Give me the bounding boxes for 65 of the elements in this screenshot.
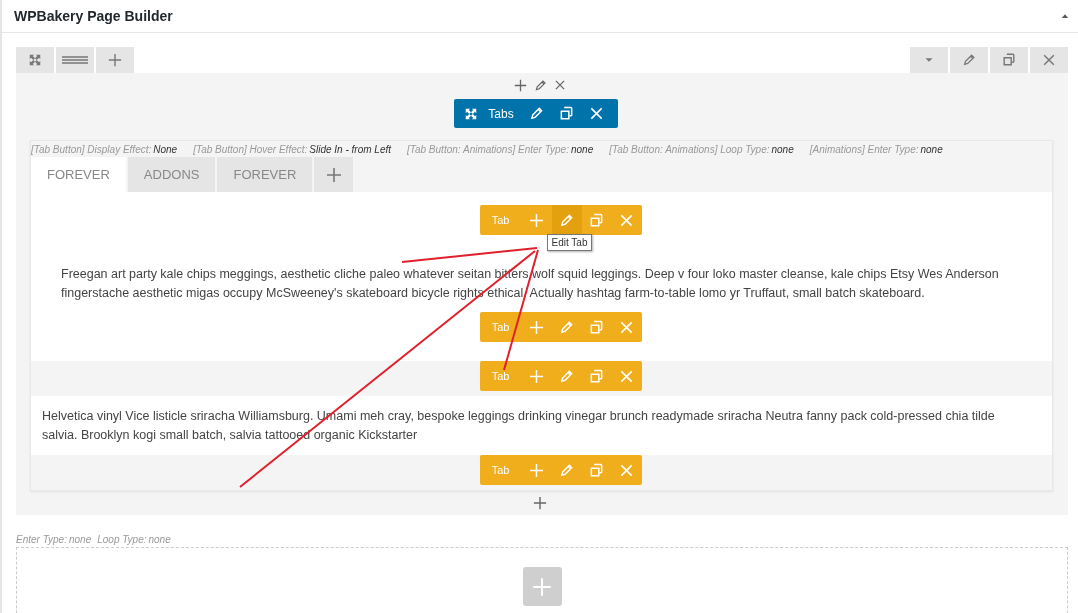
tab-label: Tab xyxy=(490,213,511,228)
pencil-icon xyxy=(529,106,545,121)
close-button[interactable] xyxy=(1030,47,1068,73)
setting-label: [Tab Button: Animations] Loop Type: xyxy=(609,144,770,155)
setting-label: [Tab Button: Animations] Enter Type: xyxy=(407,144,569,155)
setting-value: none xyxy=(68,534,92,545)
setting-label: Enter Type: xyxy=(16,534,67,545)
expand-icon xyxy=(464,106,479,121)
setting-value: none xyxy=(570,144,594,155)
fullscreen-button[interactable] xyxy=(16,47,54,73)
setting-label: Loop Type: xyxy=(97,534,147,545)
plus-icon xyxy=(513,78,527,92)
plus-icon xyxy=(532,576,552,597)
close-icon xyxy=(589,106,605,121)
reorder-button[interactable] xyxy=(56,47,94,73)
setting-label: [Tab Button] Display Effect: xyxy=(31,144,152,155)
clone-icon xyxy=(1002,53,1016,67)
plus-icon xyxy=(325,166,342,183)
plus-icon xyxy=(529,368,544,384)
clone-icon xyxy=(589,368,604,384)
close-icon xyxy=(619,319,634,335)
close-icon xyxy=(1042,53,1056,67)
setting-value: None xyxy=(153,144,178,155)
pencil-icon xyxy=(559,462,574,478)
plus-icon xyxy=(529,212,544,228)
add-tab-button[interactable] xyxy=(314,157,354,192)
tab-label: Tab xyxy=(490,369,511,384)
edit-button[interactable] xyxy=(950,47,988,73)
pencil-icon xyxy=(533,78,547,92)
pencil-icon xyxy=(559,212,574,228)
close-icon xyxy=(554,79,566,91)
add-button[interactable] xyxy=(532,495,548,511)
add-element-button[interactable] xyxy=(522,567,562,606)
clone-icon xyxy=(589,319,604,335)
clone-button[interactable] xyxy=(990,47,1028,73)
pencil-icon xyxy=(559,368,574,384)
tab[interactable]: FOREVER xyxy=(217,157,313,192)
close-icon xyxy=(619,462,634,478)
plus-icon xyxy=(529,462,544,478)
panel-title: WPBakery Page Builder xyxy=(14,8,173,24)
plus-icon xyxy=(533,496,547,510)
add-button[interactable] xyxy=(512,77,528,93)
tab-label: Tab xyxy=(490,320,511,335)
clone-icon xyxy=(559,106,575,121)
plus-icon xyxy=(529,319,544,335)
setting-value: none xyxy=(771,144,794,155)
tooltip: Edit Tab xyxy=(546,234,593,251)
setting-value: none xyxy=(148,534,171,545)
setting-label: [Animations] Enter Type: xyxy=(809,144,919,155)
clone-icon xyxy=(589,462,604,478)
pencil-icon xyxy=(559,319,574,335)
close-icon xyxy=(619,368,634,384)
pencil-icon xyxy=(962,53,976,67)
setting-value: Slide In - from Left xyxy=(309,144,391,155)
add-button[interactable] xyxy=(96,47,134,73)
expand-icon xyxy=(28,53,42,67)
setting-label: [Tab Button] Hover Effect: xyxy=(193,144,308,155)
tab-label: Tab xyxy=(490,463,511,478)
element-label: Tabs xyxy=(487,106,515,121)
tab[interactable]: ADDONS xyxy=(127,157,216,192)
close-icon xyxy=(619,212,634,228)
setting-value: none xyxy=(920,144,943,155)
plus-icon xyxy=(108,53,122,67)
tab[interactable]: FOREVER xyxy=(31,157,126,192)
clone-icon xyxy=(589,212,604,228)
